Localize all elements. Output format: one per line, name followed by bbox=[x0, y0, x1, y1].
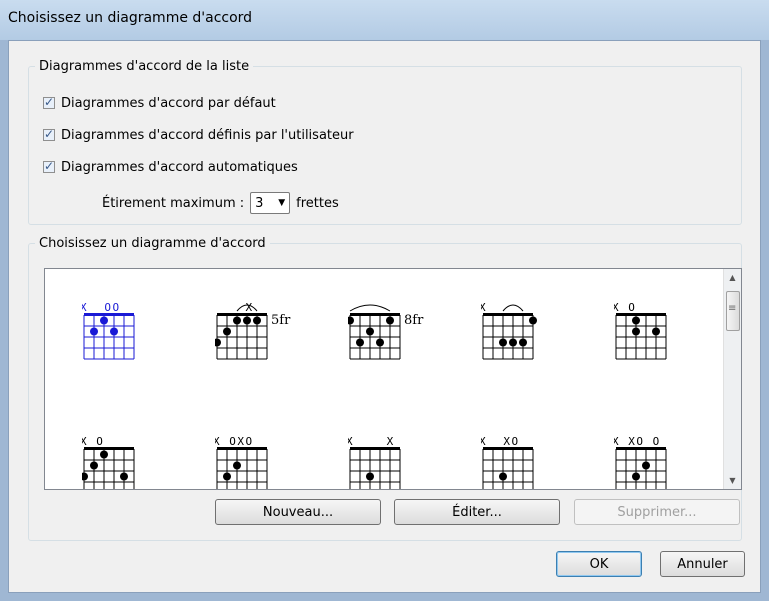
finger-dot bbox=[632, 327, 640, 336]
vertical-scrollbar[interactable]: ▲ ≡ ▼ bbox=[723, 269, 741, 489]
finger-dot bbox=[642, 461, 650, 470]
ok-button[interactable]: OK bbox=[556, 551, 642, 577]
user-defined-diagrams-checkbox[interactable]: Diagrammes d'accord définis par l'utilis… bbox=[43, 125, 354, 145]
default-diagrams-label: Diagrammes d'accord par défaut bbox=[61, 95, 276, 111]
string-markers: X X bbox=[348, 435, 395, 448]
finger-dot bbox=[90, 327, 98, 336]
chord-diagram[interactable]: X 5fr bbox=[213, 291, 315, 385]
finger-dot bbox=[652, 327, 660, 336]
chord-diagram-svg: X OO bbox=[80, 301, 135, 360]
max-stretch-unit: frettes bbox=[296, 195, 339, 211]
list-diagrams-legend: Diagrammes d'accord de la liste bbox=[39, 59, 250, 74]
chord-diagram[interactable]: X O bbox=[612, 291, 714, 385]
finger-dot bbox=[632, 472, 640, 481]
chord-diagram-svg: X bbox=[479, 301, 537, 360]
max-stretch-label: Étirement maximum : bbox=[102, 195, 245, 211]
automatic-diagrams-label: Diagrammes d'accord automatiques bbox=[61, 159, 298, 175]
chord-diagram[interactable]: X X bbox=[346, 425, 448, 489]
max-stretch-select[interactable]: 3 ▼ bbox=[250, 192, 291, 214]
chord-diagram-svg: X OXO bbox=[213, 435, 268, 489]
cancel-button[interactable]: Annuler bbox=[660, 551, 745, 577]
finger-dot bbox=[519, 338, 527, 347]
checkbox-checked-icon bbox=[43, 159, 55, 173]
string-markers: X O bbox=[614, 301, 636, 314]
chord-diagram[interactable]: X OO bbox=[80, 291, 182, 385]
finger-dot bbox=[233, 461, 241, 470]
finger-dot bbox=[386, 316, 394, 325]
finger-dot bbox=[366, 327, 374, 336]
finger-dot bbox=[80, 472, 88, 481]
checkbox-checked-icon bbox=[43, 127, 55, 141]
finger-dot bbox=[100, 316, 108, 325]
chord-diagram[interactable]: X bbox=[479, 291, 581, 385]
finger-dot bbox=[509, 338, 517, 347]
user-defined-diagrams-label: Diagrammes d'accord définis par l'utilis… bbox=[61, 127, 354, 143]
string-markers: X bbox=[215, 301, 254, 314]
finger-dot bbox=[499, 338, 507, 347]
finger-dot bbox=[529, 316, 537, 325]
chevron-down-icon: ▼ bbox=[278, 198, 286, 208]
chord-diagram[interactable]: X O bbox=[80, 425, 182, 489]
chord-diagram-svg: X O bbox=[612, 301, 667, 360]
window-title: Choisissez un diagramme d'accord bbox=[8, 10, 253, 26]
chord-diagram-list[interactable]: X OO X 5fr 8fr X X O X O X OXO X X X XO X XO O ▲ … bbox=[44, 268, 742, 490]
finger-dot bbox=[632, 316, 640, 325]
barre-arc bbox=[349, 304, 391, 312]
checkbox-checked-icon bbox=[43, 95, 55, 109]
finger-dot bbox=[376, 338, 384, 347]
dialog-body: Diagrammes d'accord de la liste Diagramm… bbox=[8, 40, 761, 593]
default-diagrams-checkbox[interactable]: Diagrammes d'accord par défaut bbox=[43, 93, 276, 113]
max-stretch-row: Étirement maximum : 3 ▼ frettes bbox=[102, 191, 339, 215]
string-markers: X O bbox=[82, 435, 104, 448]
choose-diagram-legend: Choisissez un diagramme d'accord bbox=[39, 236, 266, 251]
finger-dot bbox=[213, 338, 221, 347]
finger-dot bbox=[110, 327, 118, 336]
finger-dot bbox=[223, 327, 231, 336]
finger-dot bbox=[366, 472, 374, 481]
finger-dot bbox=[90, 461, 98, 470]
finger-dot bbox=[100, 450, 108, 459]
chord-diagram-svg: X O bbox=[80, 435, 135, 489]
chord-diagram[interactable]: X OXO bbox=[213, 425, 315, 489]
automatic-diagrams-checkbox[interactable]: Diagrammes d'accord automatiques bbox=[43, 157, 298, 177]
scroll-down-icon[interactable]: ▼ bbox=[724, 472, 741, 489]
barre-arc bbox=[502, 304, 524, 312]
finger-dot bbox=[223, 472, 231, 481]
finger-dot bbox=[499, 472, 507, 481]
chord-diagram-svg: X 5fr bbox=[213, 301, 291, 360]
chord-diagram[interactable]: X XO O bbox=[612, 425, 714, 489]
chord-diagram-svg: X XO O bbox=[612, 435, 667, 489]
fret-position-label: 8fr bbox=[404, 313, 424, 328]
new-chord-button[interactable]: Nouveau... bbox=[215, 499, 381, 525]
string-markers: X bbox=[481, 301, 487, 314]
fret-position-label: 5fr bbox=[271, 313, 291, 328]
string-markers: X OO bbox=[82, 301, 121, 314]
edit-chord-button[interactable]: Éditer... bbox=[394, 499, 560, 525]
finger-dot bbox=[346, 316, 354, 325]
string-markers: X XO O bbox=[614, 435, 661, 448]
scroll-up-icon[interactable]: ▲ bbox=[724, 269, 741, 286]
finger-dot bbox=[356, 338, 364, 347]
finger-dot bbox=[120, 472, 128, 481]
chord-diagram-svg: 8fr bbox=[346, 304, 424, 360]
chord-diagram[interactable]: X XO bbox=[479, 425, 581, 489]
delete-chord-button[interactable]: Supprimer... bbox=[574, 499, 740, 525]
finger-dot bbox=[253, 316, 261, 325]
max-stretch-value: 3 bbox=[255, 195, 264, 211]
string-markers: X OXO bbox=[215, 435, 254, 448]
finger-dot bbox=[233, 316, 241, 325]
string-markers: X XO bbox=[481, 435, 520, 448]
title-bar: Choisissez un diagramme d'accord bbox=[0, 0, 769, 40]
chord-diagram[interactable]: 8fr bbox=[346, 291, 448, 385]
scrollbar-thumb[interactable]: ≡ bbox=[726, 291, 740, 331]
chord-diagram-svg: X X bbox=[346, 435, 401, 489]
chord-diagram-svg: X XO bbox=[479, 435, 534, 489]
finger-dot bbox=[243, 316, 251, 325]
